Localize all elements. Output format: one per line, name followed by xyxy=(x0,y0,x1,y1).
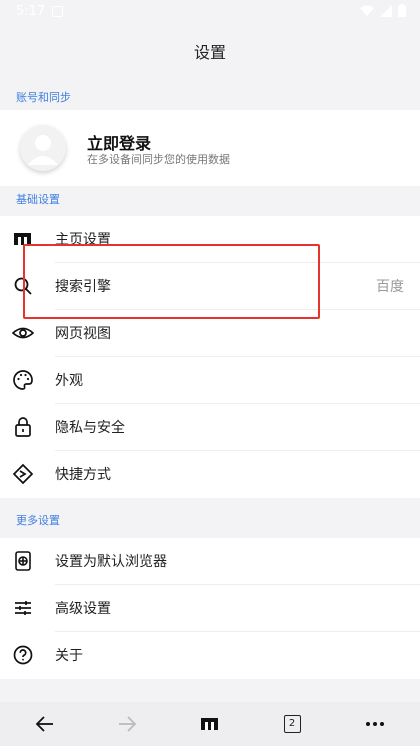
setting-label: 主页设置 xyxy=(55,232,111,248)
avatar xyxy=(20,125,66,171)
setting-label: 外观 xyxy=(55,373,83,389)
back-button[interactable] xyxy=(15,702,75,746)
search-icon xyxy=(12,275,34,297)
setting-row-search-engine[interactable]: 搜索引擎 百度 xyxy=(0,263,420,310)
search-engine-value: 百度 xyxy=(376,279,404,295)
setting-label: 网页视图 xyxy=(55,326,111,342)
home-button[interactable] xyxy=(180,702,240,746)
section-title-basic: 基础设置 xyxy=(16,193,60,206)
user-placeholder-icon xyxy=(28,135,58,165)
setting-label: 高级设置 xyxy=(55,601,111,617)
arrow-left-icon xyxy=(35,716,53,732)
login-card[interactable]: 立即登录 在多设备间同步您的使用数据 xyxy=(0,110,420,186)
home-logo-icon xyxy=(201,718,218,730)
setting-label: 快捷方式 xyxy=(55,467,111,483)
setting-row-appearance[interactable]: 外观 xyxy=(0,357,420,404)
setting-label: 搜索引擎 xyxy=(55,279,111,295)
setting-row-home[interactable]: 主页设置 xyxy=(0,216,420,263)
forward-button[interactable] xyxy=(97,702,157,746)
status-bar: 5:17 xyxy=(0,0,420,24)
wifi-icon xyxy=(360,5,374,16)
shortcut-icon xyxy=(12,463,34,485)
browser-globe-icon xyxy=(12,550,34,572)
battery-icon xyxy=(398,4,406,17)
setting-row-privacy[interactable]: 隐私与安全 xyxy=(0,404,420,451)
sliders-icon xyxy=(12,597,34,619)
eye-icon xyxy=(11,322,35,344)
header: 设置 xyxy=(0,24,420,74)
more-settings-card: 设置为默认浏览器 高级设置 关于 xyxy=(0,538,420,679)
signal-icon xyxy=(380,4,392,17)
menu-button[interactable] xyxy=(345,702,405,746)
setting-label: 隐私与安全 xyxy=(55,420,125,436)
page-title: 设置 xyxy=(193,43,226,62)
setting-label: 设置为默认浏览器 xyxy=(55,554,167,570)
setting-row-shortcuts[interactable]: 快捷方式 xyxy=(0,451,420,498)
section-title-account: 账号和同步 xyxy=(16,91,71,104)
home-logo-icon xyxy=(12,228,34,250)
palette-icon xyxy=(12,369,34,391)
arrow-right-icon xyxy=(119,716,137,732)
setting-row-web-view[interactable]: 网页视图 xyxy=(0,310,420,357)
tab-count: 2 xyxy=(283,715,301,733)
more-dots-icon xyxy=(366,722,384,726)
notification-icon xyxy=(52,6,63,17)
status-time: 5:17 xyxy=(16,4,46,19)
login-subtitle: 在多设备间同步您的使用数据 xyxy=(87,153,230,166)
setting-row-about[interactable]: 关于 xyxy=(0,632,420,679)
help-icon xyxy=(12,644,34,666)
tabs-button[interactable]: 2 xyxy=(262,702,322,746)
basic-settings-card: 主页设置 搜索引擎 百度 网页视图 外观 隐私与安全 快捷方式 xyxy=(0,216,420,498)
setting-row-advanced[interactable]: 高级设置 xyxy=(0,585,420,632)
lock-icon xyxy=(12,416,34,438)
setting-label: 关于 xyxy=(55,648,83,664)
section-title-more: 更多设置 xyxy=(16,514,60,527)
status-icons xyxy=(360,4,406,17)
setting-row-default-browser[interactable]: 设置为默认浏览器 xyxy=(0,538,420,585)
bottom-toolbar: 2 xyxy=(0,702,420,746)
